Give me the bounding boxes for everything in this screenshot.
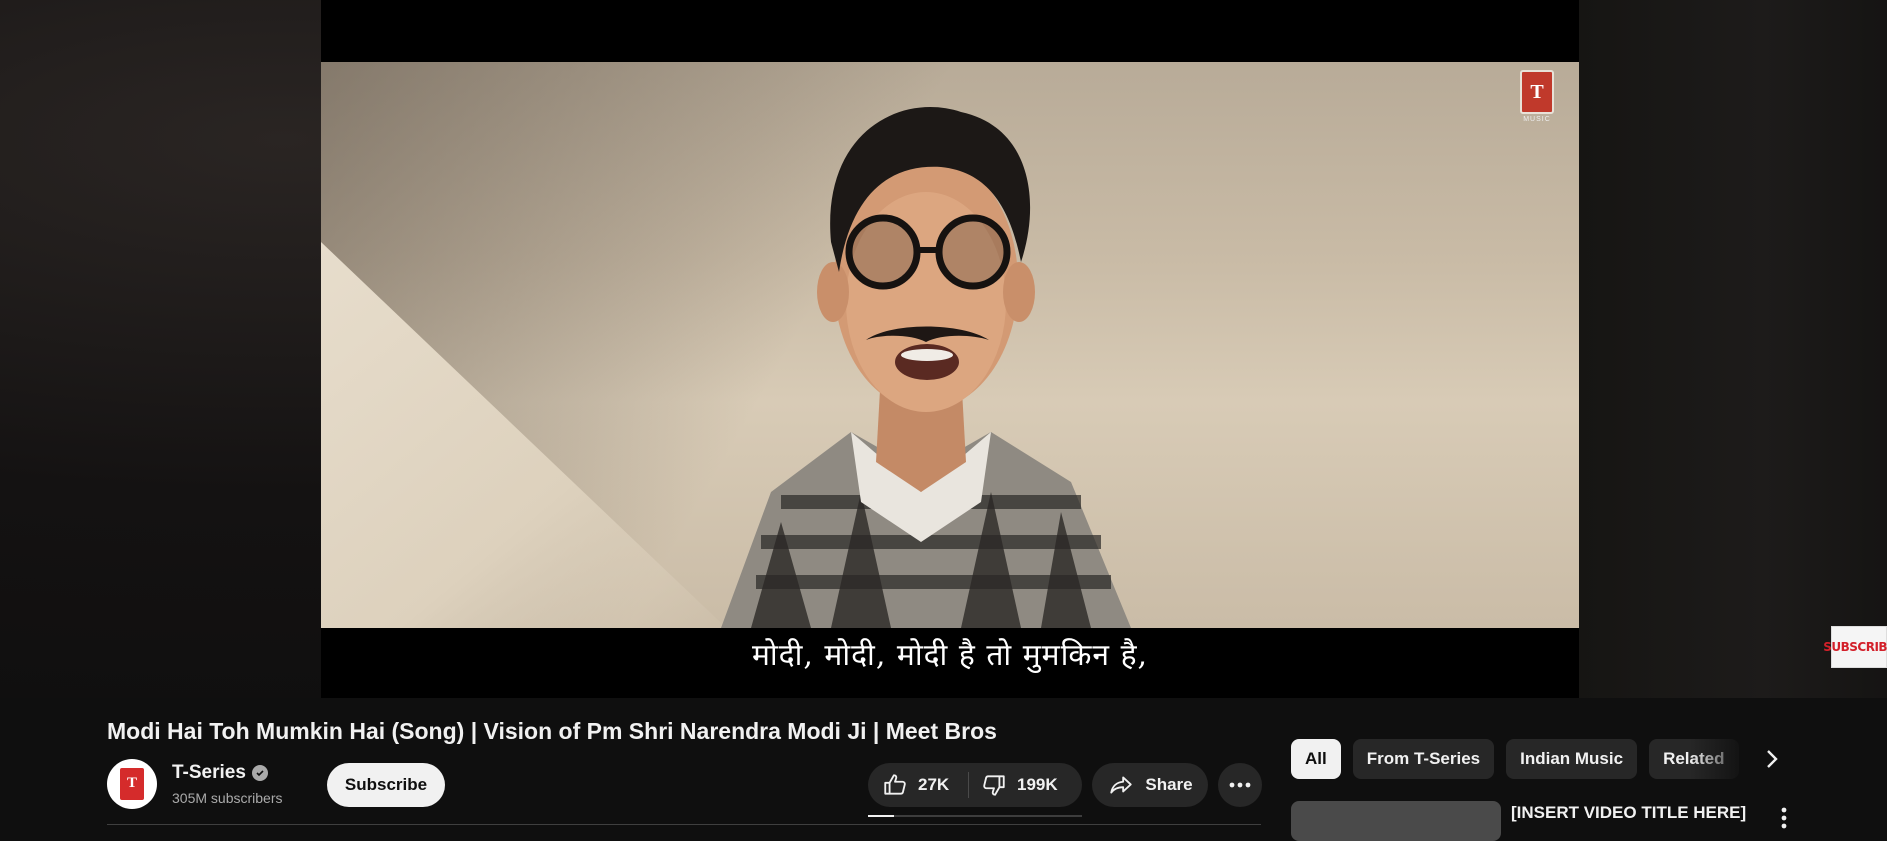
kebab-menu-icon	[1781, 807, 1787, 829]
video-player[interactable]: T MUSIC मोदी, मोदी, मोदी है तो मुमकिन है…	[321, 0, 1579, 698]
like-icon	[884, 774, 906, 795]
description-divider	[107, 824, 1261, 825]
channel-name-row[interactable]: T-Series	[172, 762, 268, 784]
like-button[interactable]: 27K	[868, 772, 968, 798]
subscribe-watermark-label: SUBSCRIBE	[1823, 640, 1887, 654]
channel-name[interactable]: T-Series	[172, 762, 246, 784]
share-button[interactable]: Share	[1092, 763, 1208, 807]
dislike-button[interactable]: 199K	[969, 772, 1058, 798]
recommendation-title[interactable]: [INSERT VIDEO TITLE HERE]	[1511, 803, 1746, 823]
person-image	[721, 107, 1131, 628]
chevron-right-icon	[1767, 750, 1778, 768]
channel-watermark-logo: T MUSIC	[1520, 70, 1554, 126]
tseries-logo-icon: T	[1520, 70, 1554, 114]
chip-from-tseries[interactable]: From T-Series	[1352, 739, 1495, 779]
caption-text: मोदी, मोदी, मोदी है तो मुमकिन है,	[751, 638, 1149, 673]
chip-all[interactable]: All	[1291, 739, 1341, 779]
related-filter-chips: All From T-Series Indian Music Related	[1291, 739, 1739, 779]
recommendation-menu-button[interactable]	[1772, 803, 1796, 833]
share-label: Share	[1145, 775, 1193, 794]
subscribe-button[interactable]: Subscribe	[327, 763, 445, 807]
like-ratio-bar	[868, 815, 1082, 817]
video-title: Modi Hai Toh Mumkin Hai (Song) | Vision …	[107, 718, 997, 744]
subscriber-count: 305M subscribers	[172, 790, 283, 806]
watermark-sub-label: MUSIC	[1523, 116, 1551, 123]
video-frame[interactable]: T MUSIC	[321, 62, 1579, 628]
recommendation-thumbnail[interactable]	[1291, 801, 1501, 841]
video-actions: 27K 199K Share	[868, 763, 1262, 817]
like-ratio-fill	[868, 815, 894, 817]
like-dislike-group: 27K 199K	[868, 763, 1082, 817]
chips-next-button[interactable]	[1752, 739, 1792, 779]
dislike-count: 199K	[1017, 775, 1058, 794]
chip-indian-music[interactable]: Indian Music	[1506, 739, 1638, 779]
like-count: 27K	[918, 775, 950, 794]
more-actions-button[interactable]	[1218, 763, 1262, 807]
tseries-avatar-icon: T	[120, 768, 144, 800]
dislike-icon	[983, 775, 1005, 796]
channel-avatar[interactable]: T	[107, 759, 157, 809]
chips-fade-overlay	[1690, 739, 1750, 779]
theater-backdrop-right	[1579, 0, 1887, 698]
share-icon	[1110, 776, 1133, 794]
verified-icon	[251, 765, 268, 781]
subscribe-watermark-button[interactable]: SUBSCRIBE	[1823, 626, 1887, 668]
more-icon	[1229, 782, 1251, 788]
